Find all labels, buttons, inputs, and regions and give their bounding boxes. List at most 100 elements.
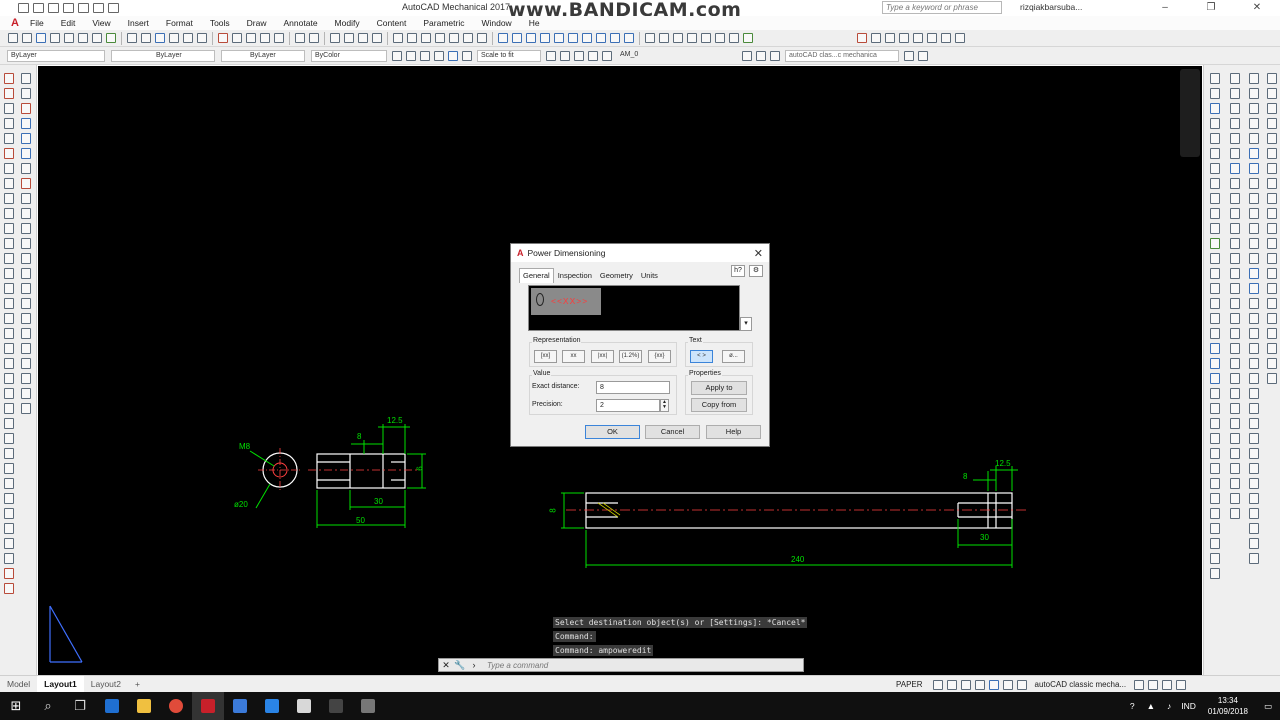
paper-toggle[interactable]: PAPER [896, 680, 923, 689]
tool-icon[interactable] [1267, 118, 1277, 129]
apply-to-button[interactable]: Apply to [691, 381, 747, 395]
tool-icon[interactable] [462, 50, 472, 61]
tool-icon[interactable] [8, 33, 18, 43]
calculator-icon[interactable] [352, 692, 384, 720]
tool-icon[interactable] [582, 33, 592, 43]
tool-icon[interactable] [1249, 73, 1259, 84]
tool-icon[interactable] [1230, 463, 1240, 474]
trim-icon[interactable] [21, 208, 31, 219]
array-icon[interactable] [21, 133, 31, 144]
chrome-icon[interactable] [160, 692, 192, 720]
tool-icon[interactable] [1249, 328, 1259, 339]
tool-icon[interactable] [687, 33, 697, 43]
tool-icon[interactable] [50, 33, 60, 43]
new-icon[interactable] [127, 33, 137, 43]
tool-icon[interactable] [1249, 403, 1259, 414]
color-icon[interactable] [602, 50, 612, 61]
tool-icon[interactable] [1249, 148, 1259, 159]
tool-icon[interactable] [1267, 223, 1277, 234]
tool-palettes-icon[interactable] [421, 33, 431, 43]
tool-icon[interactable] [4, 358, 14, 369]
tool-icon[interactable] [21, 388, 31, 399]
tool-icon[interactable] [21, 373, 31, 384]
tab-geometry[interactable]: Geometry [596, 268, 637, 283]
tool-icon[interactable] [1230, 388, 1240, 399]
plus-icon[interactable] [1134, 679, 1145, 690]
tool-icon[interactable] [1210, 493, 1220, 504]
tool-icon[interactable] [1230, 373, 1240, 384]
tool-icon[interactable] [918, 50, 928, 61]
app-menu-icon[interactable]: A [0, 16, 30, 30]
tool-icon[interactable] [1210, 358, 1220, 369]
zoom-previous-icon[interactable] [372, 33, 382, 43]
clock[interactable]: 13:34 01/09/2018 [1208, 695, 1248, 717]
tool-icon[interactable] [1210, 478, 1220, 489]
tool-icon[interactable] [1230, 208, 1240, 219]
tool-icon[interactable] [1210, 103, 1220, 114]
point-icon[interactable] [4, 268, 14, 279]
tool-icon[interactable] [1230, 268, 1240, 279]
tool-icon[interactable] [1267, 358, 1277, 369]
help-icon[interactable]: ? [1130, 701, 1135, 711]
close-icon[interactable]: ✕ [754, 247, 763, 260]
precision-stepper[interactable]: ▲ ▼ [660, 399, 669, 412]
tool-icon[interactable] [1249, 418, 1259, 429]
customize-icon[interactable] [1176, 679, 1187, 690]
polyline-icon[interactable] [4, 103, 14, 114]
paste-icon[interactable] [246, 33, 256, 43]
tool-icon[interactable] [21, 328, 31, 339]
tool-icon[interactable] [899, 33, 909, 43]
tool-icon[interactable] [1267, 178, 1277, 189]
tool-icon[interactable] [4, 493, 14, 504]
save-icon[interactable] [48, 3, 59, 13]
markup-icon[interactable] [449, 33, 459, 43]
linetype-combo[interactable]: ByLayer [111, 49, 215, 62]
text-diameter-button[interactable]: ø... [722, 350, 745, 363]
tool-icon[interactable] [512, 33, 522, 43]
tab-layout2[interactable]: Layout2 [84, 679, 128, 689]
tool-icon[interactable] [941, 33, 951, 43]
notifications-icon[interactable]: ▭ [1264, 701, 1272, 712]
tab-layout1[interactable]: Layout1 [37, 675, 84, 693]
tool-icon[interactable] [4, 508, 14, 519]
search-icon[interactable]: ⌕ [32, 692, 64, 720]
menu-tools[interactable]: Tools [210, 18, 230, 28]
construction-line-icon[interactable] [4, 88, 14, 99]
undo-icon[interactable] [295, 33, 305, 43]
tool-icon[interactable] [1249, 493, 1259, 504]
tool-icon[interactable] [1230, 163, 1240, 174]
tool-icon[interactable] [1249, 343, 1259, 354]
tool-icon[interactable] [673, 33, 683, 43]
tool-icon[interactable] [701, 33, 711, 43]
scale-icon[interactable] [21, 178, 31, 189]
tool-icon[interactable] [1210, 148, 1220, 159]
tool-icon[interactable] [64, 33, 74, 43]
tool-icon[interactable] [4, 388, 14, 399]
tool-icon[interactable] [1249, 463, 1259, 474]
properties-icon[interactable] [393, 33, 403, 43]
table-icon[interactable] [4, 328, 14, 339]
menu-annotate[interactable]: Annotate [284, 18, 318, 28]
settings-icon[interactable]: ⚙ [749, 265, 763, 277]
tool-icon[interactable] [1249, 298, 1259, 309]
tool-icon[interactable] [1249, 223, 1259, 234]
tool-icon[interactable] [1210, 223, 1220, 234]
tool-icon[interactable] [1249, 523, 1259, 534]
tool-icon[interactable] [554, 33, 564, 43]
tool-icon[interactable] [1249, 118, 1259, 129]
tool-icon[interactable] [4, 523, 14, 534]
tool-icon[interactable] [1267, 193, 1277, 204]
menu-draw[interactable]: Draw [247, 18, 267, 28]
tool-icon[interactable] [1267, 88, 1277, 99]
menu-format[interactable]: Format [166, 18, 193, 28]
tool-icon[interactable] [78, 33, 88, 43]
hatch-icon[interactable] [4, 283, 14, 294]
tool-icon[interactable] [392, 50, 402, 61]
tool-icon[interactable] [1267, 163, 1277, 174]
tool-icon[interactable] [927, 33, 937, 43]
copy-icon[interactable] [21, 88, 31, 99]
layer-am-combo[interactable]: AM_0 [617, 50, 737, 62]
tool-icon[interactable] [1210, 553, 1220, 564]
tool-icon[interactable] [1230, 193, 1240, 204]
tool-icon[interactable] [1210, 463, 1220, 474]
